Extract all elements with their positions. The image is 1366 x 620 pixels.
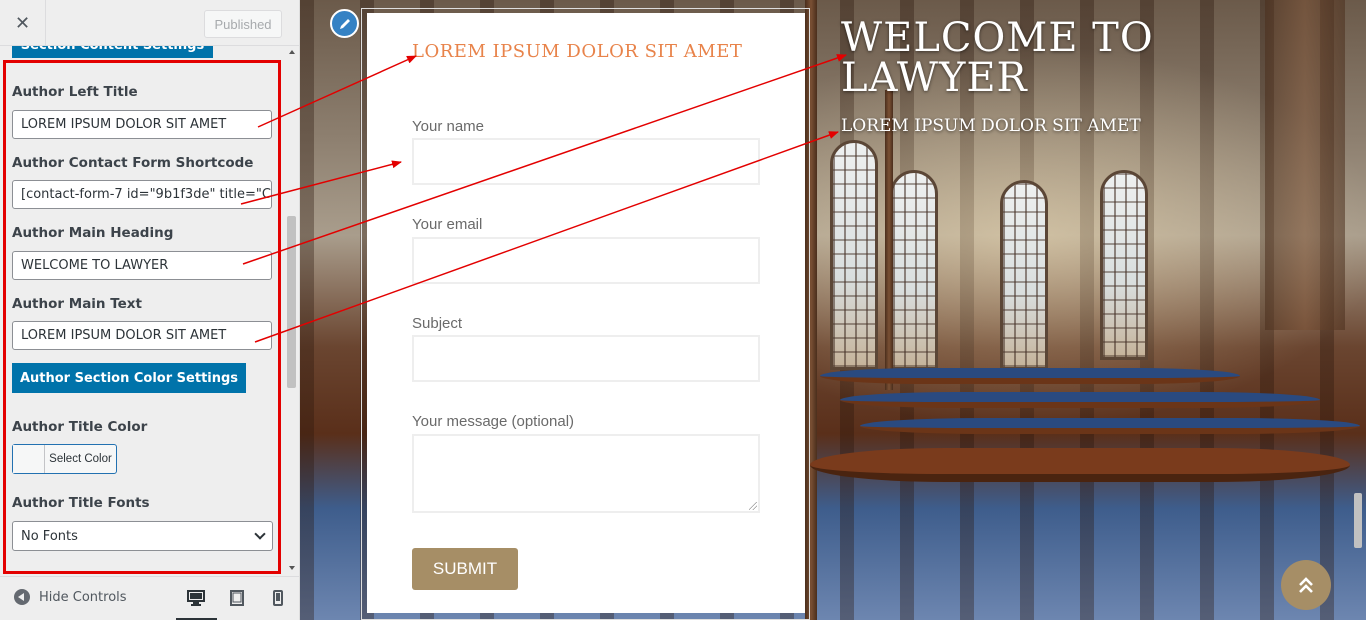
tablet-icon (230, 590, 244, 606)
chevron-down-icon (254, 528, 266, 540)
pencil-icon (339, 18, 350, 29)
desktop-icon (187, 590, 205, 606)
author-main-text-input[interactable]: LOREM IPSUM DOLOR SIT AMET (12, 321, 272, 350)
sidebar-scrollbar[interactable] (286, 46, 298, 576)
background-window (830, 140, 878, 370)
author-title-fonts-label: Author Title Fonts (12, 495, 150, 511)
author-main-text: LOREM IPSUM DOLOR SIT AMET (841, 116, 1141, 136)
your-message-label: Your message (optional) (412, 413, 575, 430)
background-window (1000, 180, 1048, 370)
customizer-sidebar: ✕ Published Section Content Settings Aut… (0, 0, 300, 620)
background-bench (860, 418, 1360, 434)
tablet-preview-button[interactable] (226, 587, 248, 609)
hide-controls-label: Hide Controls (39, 589, 127, 605)
background-bench (840, 392, 1320, 408)
author-contact-form-shortcode-input[interactable]: [contact-form-7 id="9b1f3de" title="Cont… (12, 180, 272, 209)
author-left-title: LOREM IPSUM DOLOR SIT AMET (412, 41, 743, 62)
select-color-label: Select Color (49, 453, 112, 465)
double-chevron-up-icon (1299, 577, 1313, 593)
author-title-color-picker[interactable]: Select Color (12, 444, 117, 474)
subject-label: Subject (412, 315, 463, 332)
background-wall-panel (1265, 0, 1345, 330)
desktop-preview-button[interactable] (185, 587, 207, 609)
background-desk (810, 448, 1350, 482)
author-title-fonts-select[interactable]: No Fonts (12, 521, 273, 551)
section-content-settings-button[interactable]: Section Content Settings (12, 46, 213, 58)
author-main-heading-label: Author Main Heading (12, 225, 174, 241)
author-title-color-label: Author Title Color (12, 419, 148, 435)
author-left-title-input[interactable]: LOREM IPSUM DOLOR SIT AMET (12, 110, 272, 139)
close-icon: ✕ (14, 12, 31, 34)
scroll-up-arrow-icon[interactable] (289, 50, 295, 54)
customizer-controls: Section Content Settings Author Left Tit… (0, 46, 288, 576)
close-customizer-button[interactable]: ✕ (0, 0, 46, 46)
edit-shortcut-button[interactable] (330, 9, 359, 38)
color-swatch (13, 445, 45, 473)
author-contact-form-shortcode-label: Author Contact Form Shortcode (12, 155, 254, 171)
sidebar-scroll-thumb[interactable] (287, 216, 296, 388)
background-window (890, 170, 938, 370)
scroll-down-arrow-icon[interactable] (289, 566, 295, 570)
collapse-icon (14, 589, 30, 605)
contact-form-card: LOREM IPSUM DOLOR SIT AMET Your name You… (367, 13, 805, 613)
author-title-fonts-value: No Fonts (21, 528, 78, 544)
preview-scroll-thumb[interactable] (1354, 493, 1362, 548)
background-bench (820, 368, 1240, 384)
your-email-label: Your email (412, 216, 483, 233)
author-left-title-label: Author Left Title (12, 84, 138, 100)
back-to-top-button[interactable] (1281, 560, 1331, 610)
author-main-text-label: Author Main Text (12, 296, 142, 312)
your-name-input[interactable] (412, 138, 760, 185)
preview-scrollbar[interactable] (1352, 0, 1366, 620)
author-main-heading-input[interactable]: WELCOME TO LAWYER (12, 251, 272, 280)
customizer-footer: Hide Controls (0, 576, 299, 620)
your-message-textarea[interactable] (412, 434, 760, 513)
subject-input[interactable] (412, 335, 760, 382)
mobile-icon (273, 590, 283, 606)
submit-button[interactable]: SUBMIT (412, 548, 518, 590)
resize-handle-icon[interactable] (749, 502, 757, 510)
background-window (1100, 170, 1148, 360)
author-main-heading: WELCOME TO LAWYER (841, 15, 1154, 101)
mobile-preview-button[interactable] (267, 587, 289, 609)
publish-button[interactable]: Published (204, 10, 282, 38)
hide-controls-button[interactable]: Hide Controls (14, 589, 127, 605)
your-name-label: Your name (412, 118, 484, 135)
customizer-header: ✕ Published (0, 0, 299, 46)
author-section-color-settings-button[interactable]: Author Section Color Settings (12, 363, 246, 393)
your-email-input[interactable] (412, 237, 760, 284)
site-preview: LOREM IPSUM DOLOR SIT AMET Your name You… (300, 0, 1366, 620)
